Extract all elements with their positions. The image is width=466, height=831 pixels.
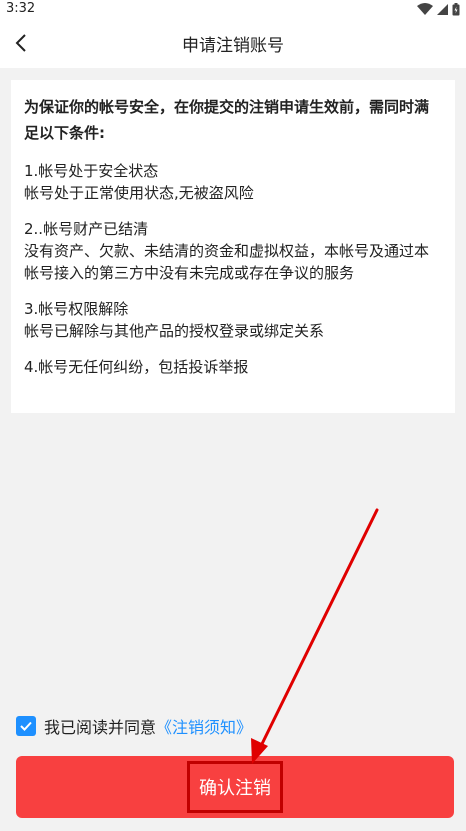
agreement-row: 我已阅读并同意 《注销须知》 bbox=[16, 713, 252, 739]
condition-item-1: 1.帐号处于安全状态 帐号处于正常使用状态,无被盗风险 bbox=[24, 160, 443, 204]
status-icons bbox=[417, 2, 460, 16]
battery-icon bbox=[452, 2, 460, 15]
agreement-text: 我已阅读并同意 bbox=[44, 718, 157, 737]
condition-item-4: 4.帐号无任何纠纷，包括投诉举报 bbox=[24, 356, 443, 378]
conditions-card: 为保证你的帐号安全，在你提交的注销申请生效前，需同时满足以下条件: 1.帐号处于… bbox=[11, 80, 455, 413]
confirm-button-label: 确认注销 bbox=[187, 761, 283, 813]
condition-title: 4.帐号无任何纠纷，包括投诉举报 bbox=[24, 358, 249, 376]
condition-item-3: 3.帐号权限解除 帐号已解除与其他产品的授权登录或绑定关系 bbox=[24, 298, 443, 342]
signal-icon bbox=[437, 3, 448, 15]
status-bar: 3:32 bbox=[0, 0, 466, 18]
cancellation-notice-link[interactable]: 《注销须知》 bbox=[156, 714, 252, 738]
agree-checkbox[interactable] bbox=[16, 716, 36, 736]
condition-desc: 帐号处于正常使用状态,无被盗风险 bbox=[24, 184, 254, 202]
confirm-cancellation-button[interactable]: 确认注销 bbox=[16, 756, 454, 818]
page-title: 申请注销账号 bbox=[182, 36, 284, 56]
nav-bar: 申请注销账号 bbox=[0, 18, 466, 68]
condition-title: 1.帐号处于安全状态 bbox=[24, 162, 159, 180]
wifi-icon bbox=[417, 3, 433, 15]
condition-desc: 没有资产、欠款、未结清的资金和虚拟权益，本帐号及通过本帐号接入的第三方中没有未完… bbox=[24, 242, 430, 282]
conditions-heading: 为保证你的帐号安全，在你提交的注销申请生效前，需同时满足以下条件: bbox=[24, 98, 430, 142]
check-icon bbox=[20, 721, 32, 731]
condition-title: 2..帐号财产已结清 bbox=[24, 220, 149, 238]
status-time: 3:32 bbox=[6, 1, 36, 16]
condition-desc: 帐号已解除与其他产品的授权登录或绑定关系 bbox=[24, 322, 325, 340]
condition-title: 3.帐号权限解除 bbox=[24, 300, 129, 318]
condition-item-2: 2..帐号财产已结清 没有资产、欠款、未结清的资金和虚拟权益，本帐号及通过本帐号… bbox=[24, 218, 443, 284]
